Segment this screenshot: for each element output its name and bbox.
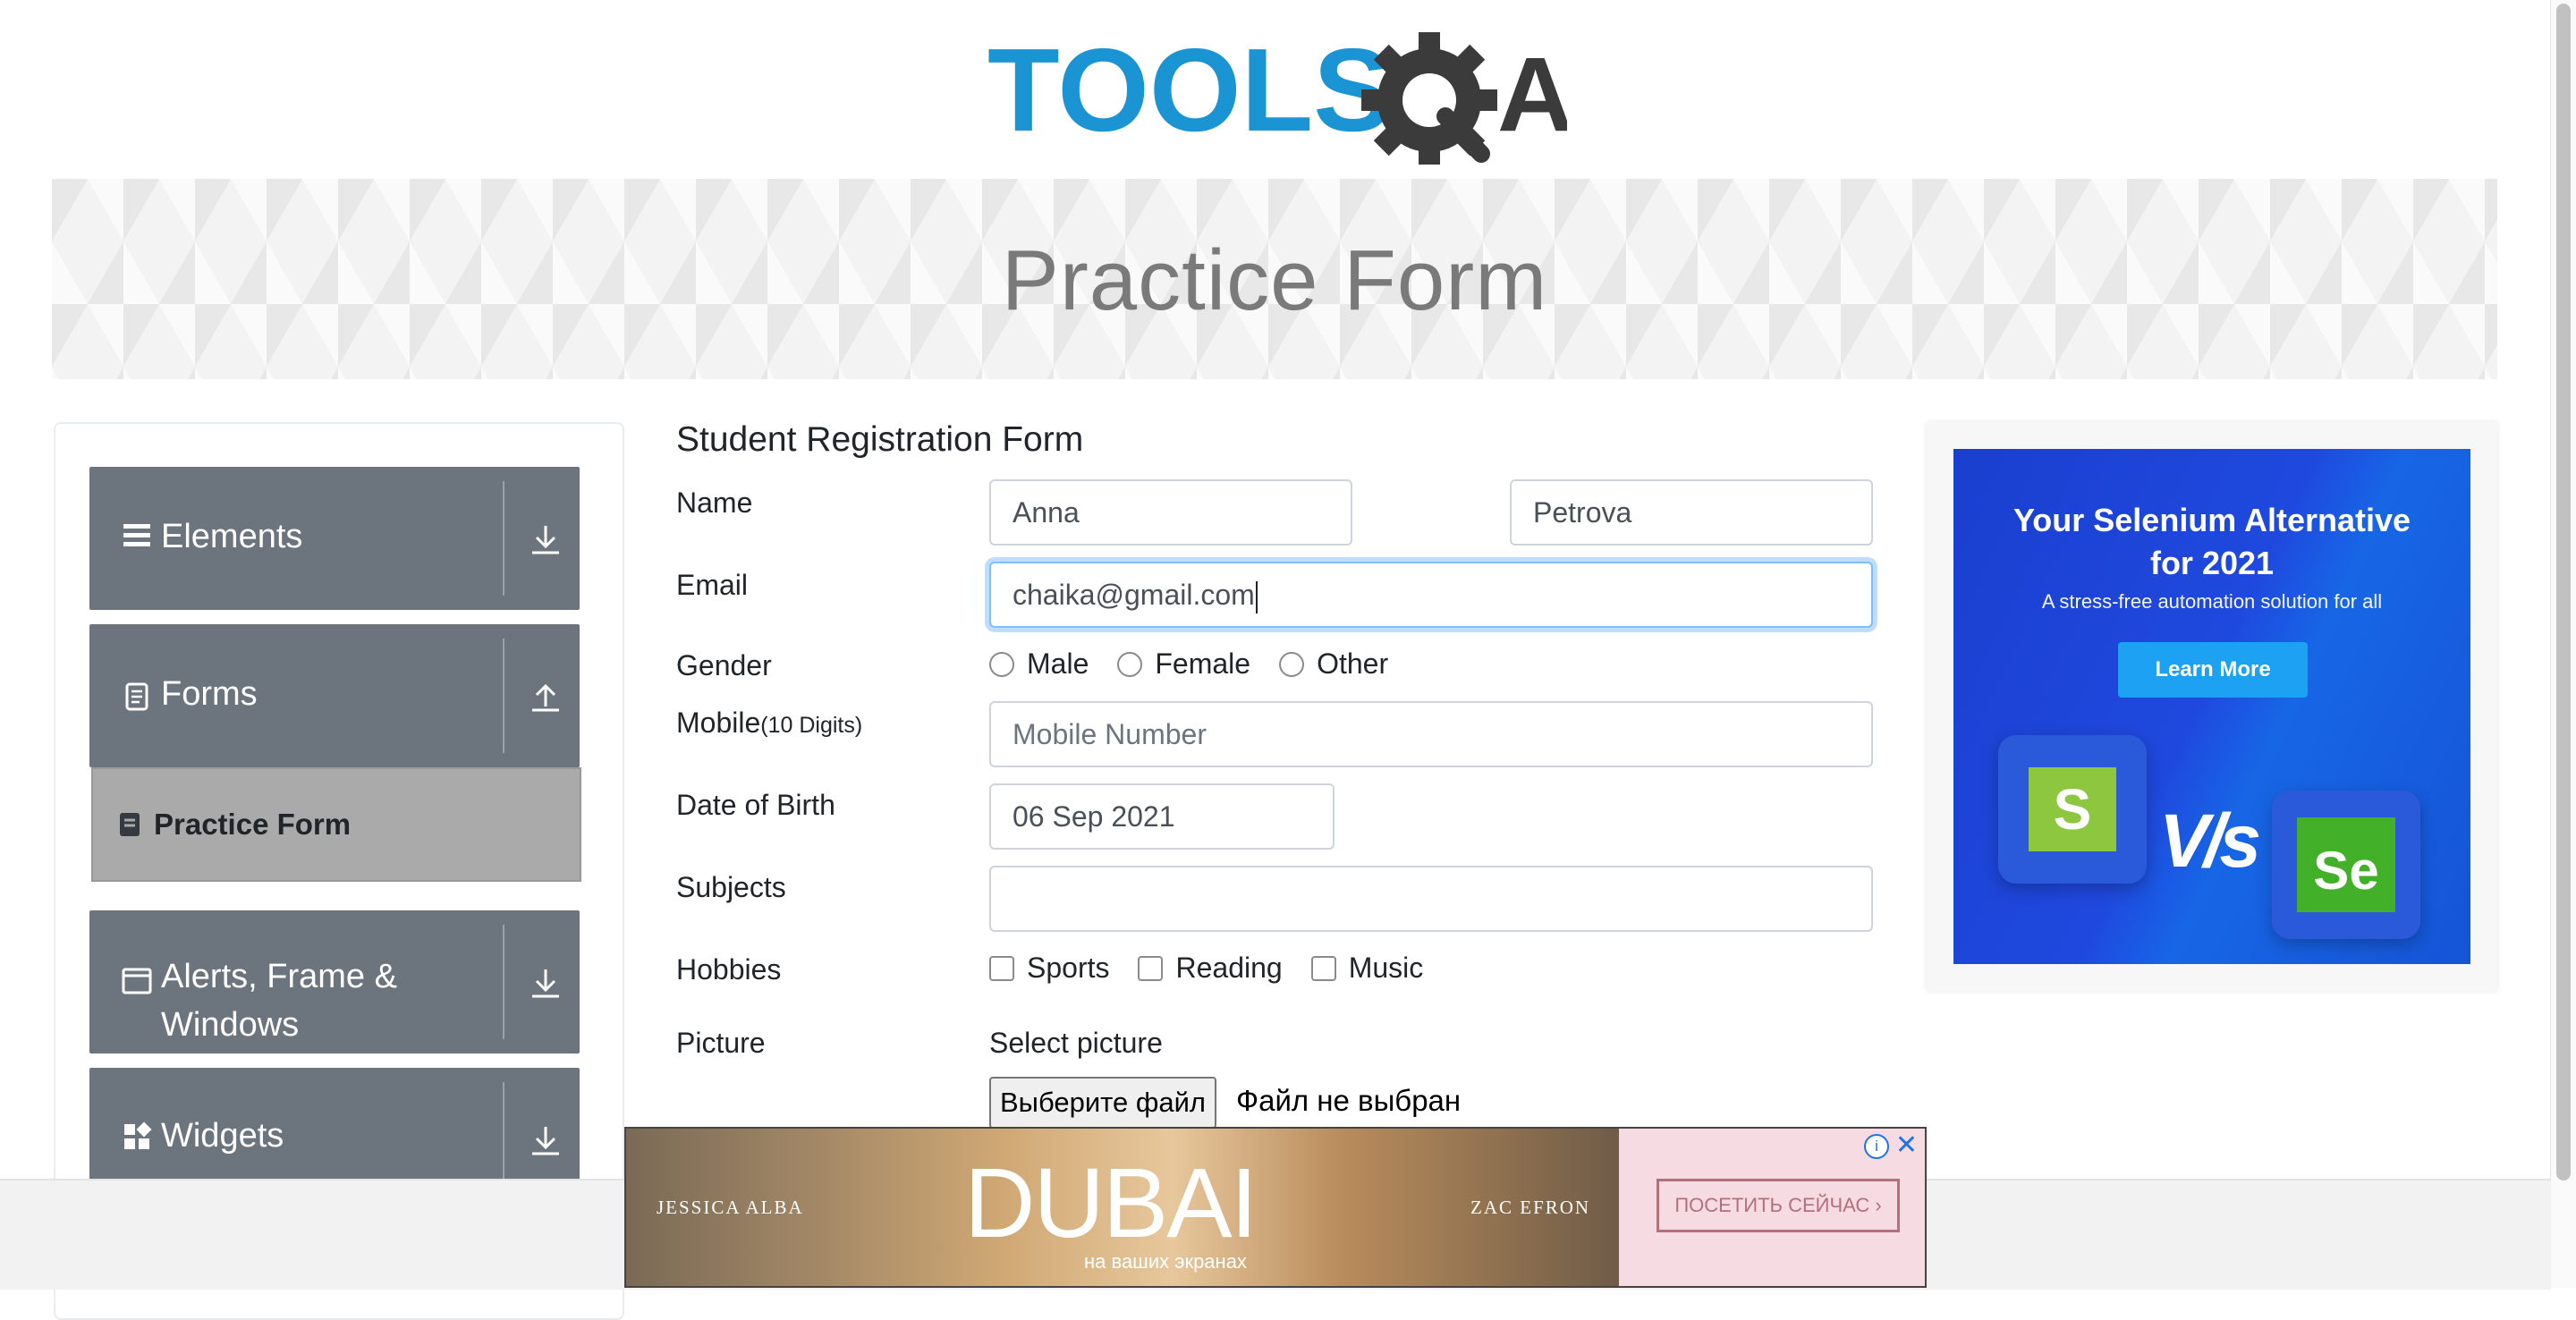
ad-vs-text: V/s (2159, 799, 2261, 883)
name-label: Name (676, 487, 753, 519)
email-label: Email (676, 569, 749, 601)
gender-option-other[interactable]: Other (1279, 647, 1388, 681)
nav-group-label-line1: Alerts, Frame & (161, 958, 397, 995)
download-arrow-icon[interactable] (528, 1123, 564, 1159)
mobile-label-text: Mobile (676, 707, 761, 739)
sidebar-item-practice-form[interactable]: Practice Form (91, 767, 581, 882)
nav-group-elements[interactable]: Elements (89, 467, 580, 610)
tile-right-letters: Se (2297, 817, 2395, 912)
picture-label: Picture (676, 1027, 766, 1059)
nav-group-label: Widgets (161, 1117, 284, 1155)
hobby-option-sports[interactable]: Sports (989, 952, 1109, 985)
nav-group-alerts-frame-windows[interactable]: Alerts, Frame & Windows (89, 910, 580, 1053)
hobbies-label: Hobbies (676, 953, 782, 986)
testsigma-logo-tile: S (1998, 735, 2147, 884)
last-name-input[interactable]: Petrova (1510, 479, 1873, 546)
radio-label: Other (1317, 647, 1389, 680)
radio-button[interactable] (1117, 651, 1143, 677)
first-name-input[interactable]: Anna (989, 479, 1352, 546)
toolsqa-logo[interactable]: TOOLS A (987, 25, 1567, 165)
divider (503, 925, 504, 1039)
ad-headline-line1: Your Selenium Alternative (2012, 502, 2411, 538)
checkbox[interactable] (1138, 955, 1164, 981)
email-value: chaika@gmail.com (1013, 579, 1255, 611)
divider (503, 639, 504, 753)
subjects-input[interactable] (989, 866, 1873, 932)
radio-label: Male (1027, 647, 1089, 680)
nav-group-label-line2: Windows (161, 1006, 300, 1044)
date-of-birth-input[interactable]: 06 Sep 2021 (989, 783, 1335, 850)
checkbox-label: Reading (1175, 952, 1283, 984)
tile-left-letter: S (2029, 767, 2116, 851)
visit-now-button[interactable]: ПОСЕТИТЬ СЕЙЧАС › (1657, 1179, 1900, 1232)
checkbox[interactable] (989, 955, 1014, 981)
hobbies-checkbox-group: Sports Reading Music (989, 952, 1452, 985)
window-icon (122, 968, 152, 994)
hobby-option-reading[interactable]: Reading (1138, 952, 1283, 985)
scrollbar-thumb[interactable] (2556, 4, 2571, 1180)
ad-subtitle: на ваших экранах (1084, 1250, 1247, 1273)
ad-headline-line2: for 2021 (2149, 545, 2275, 581)
checkbox-label: Sports (1027, 952, 1110, 984)
form-title: Student Registration Form (676, 420, 1084, 459)
logo-text-tools: TOOLS (987, 25, 1392, 156)
right-ad-banner[interactable]: Your Selenium Alternative for 2021 A str… (1953, 449, 2470, 964)
bottom-ad-banner[interactable]: JESSICA ALBA DUBAI на ваших экранах ZAC … (624, 1127, 1927, 1288)
ad-headline: Your Selenium Alternative for 2021 (1953, 499, 2470, 585)
nav-group-label: Elements (161, 518, 303, 555)
ad-subline: A stress-free automation solution for al… (2041, 590, 2383, 613)
hobby-option-music[interactable]: Music (1310, 952, 1424, 985)
page-banner: Practice Form (52, 179, 2497, 379)
checkbox-label: Music (1348, 952, 1424, 984)
gender-option-female[interactable]: Female (1117, 647, 1250, 681)
learn-more-button[interactable]: Learn More (2118, 642, 2308, 698)
widgets-icon (124, 1121, 152, 1149)
text-caret (1255, 580, 1258, 613)
ad-name-right: ZAC EFRON (1470, 1197, 1591, 1218)
download-arrow-icon[interactable] (528, 966, 564, 1002)
nav-group-forms[interactable]: Forms (89, 624, 580, 767)
mobile-input[interactable]: Mobile Number (989, 701, 1873, 767)
mobile-hint: (10 Digits) (760, 713, 863, 738)
gender-option-male[interactable]: Male (989, 647, 1089, 681)
subjects-label: Subjects (676, 871, 786, 903)
select-picture-label: Select picture (989, 1027, 1163, 1059)
gear-icon (1361, 32, 1497, 165)
close-icon[interactable]: ✕ (1895, 1132, 1918, 1159)
ad-info-icon[interactable]: i (1864, 1134, 1889, 1159)
radio-button[interactable] (1279, 651, 1305, 677)
page-scrollbar[interactable] (2550, 0, 2576, 1288)
selenium-logo-tile: Se (2272, 791, 2420, 939)
hamburger-icon (123, 524, 150, 546)
gender-radio-group: Male Female Other (989, 647, 1417, 681)
divider (503, 481, 504, 596)
gender-label: Gender (676, 649, 772, 681)
nav-group-label: Forms (161, 675, 258, 713)
radio-label: Female (1155, 647, 1251, 680)
radio-button[interactable] (989, 651, 1014, 677)
dob-label: Date of Birth (676, 789, 835, 821)
email-field[interactable]: chaika@gmail.com (989, 562, 1873, 628)
ad-title: DUBAI (964, 1148, 1258, 1258)
document-icon (125, 682, 148, 711)
choose-file-button[interactable]: Выберите файл (989, 1077, 1217, 1129)
checkbox[interactable] (1310, 955, 1336, 981)
ad-name-left: JESSICA ALBA (657, 1197, 804, 1218)
file-status-text: Файл не выбран (1236, 1084, 1462, 1117)
sidebar-item-label: Practice Form (154, 808, 352, 841)
form-icon (120, 813, 140, 836)
mobile-label: Mobile(10 Digits) (676, 705, 862, 743)
page-title: Practice Form (1001, 233, 1548, 328)
download-arrow-icon[interactable] (528, 522, 564, 558)
upload-arrow-icon[interactable] (528, 680, 564, 715)
logo-text-a: A (1497, 36, 1567, 154)
